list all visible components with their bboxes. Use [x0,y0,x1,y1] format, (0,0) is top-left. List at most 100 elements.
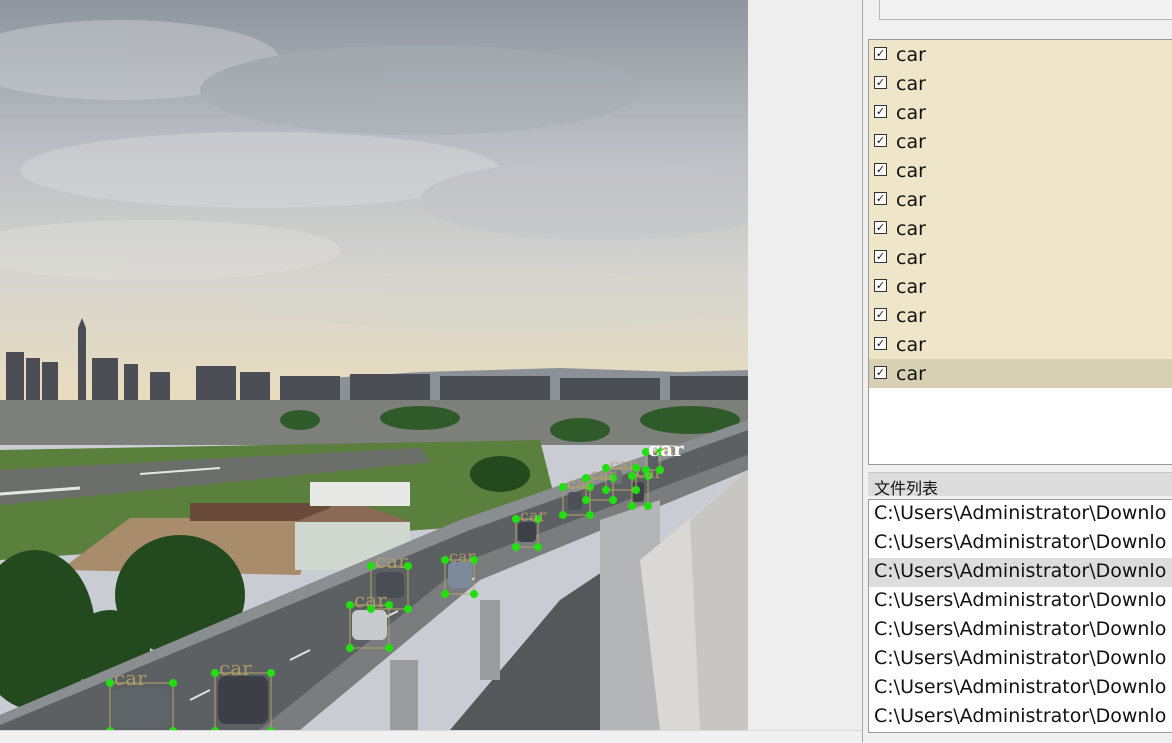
label-list-item[interactable]: ✓ car [869,330,1172,359]
box-vertex-handle[interactable] [367,605,375,613]
city-band [0,400,748,445]
label-item-text: car [896,334,926,356]
photo-scene: carcarcarcarcarcarcarcarcarcarcarcar [0,0,748,730]
box-vertex-handle[interactable] [404,605,412,613]
dock-splitter[interactable] [862,0,863,742]
label-item-text: car [896,44,926,66]
box-vertex-handle[interactable] [628,472,636,480]
status-bar [0,730,862,743]
box-vertex-handle[interactable] [559,511,567,519]
image-canvas[interactable]: carcarcarcarcarcarcarcarcarcarcarcar [0,0,748,730]
file-path-text: C:\Users\Administrator\Downlo [874,618,1167,640]
label-list-item[interactable]: ✓ car [869,214,1172,243]
label-checkbox[interactable]: ✓ [874,366,887,379]
box-vertex-handle[interactable] [512,515,520,523]
file-path-text: C:\Users\Administrator\Downlo [874,705,1167,727]
box-vertex-handle[interactable] [534,543,542,551]
label-checkbox[interactable]: ✓ [874,47,887,60]
label-list-item[interactable]: ✓ car [869,98,1172,127]
label-list-item[interactable]: ✓ car [869,127,1172,156]
label-checkbox[interactable]: ✓ [874,105,887,118]
label-list-item[interactable]: ✓ car [869,301,1172,330]
box-vertex-handle[interactable] [559,483,567,491]
label-item-text: car [896,189,926,211]
box-vertex-handle[interactable] [609,496,617,504]
label-checkbox[interactable]: ✓ [874,192,887,205]
label-list-item[interactable]: ✓ car [869,272,1172,301]
canvas-margin [748,0,862,730]
label-item-text: car [896,160,926,182]
label-item-text: car [896,276,926,298]
box-vertex-handle[interactable] [346,644,354,652]
label-item-text: car [896,247,926,269]
label-item-text: car [896,363,926,385]
box-vertex-handle[interactable] [346,601,354,609]
label-item-text: car [896,131,926,153]
file-path-text: C:\Users\Administrator\Downlo [874,676,1167,698]
box-vertex-handle[interactable] [470,590,478,598]
label-list-item[interactable]: ✓ car [869,156,1172,185]
label-checkbox[interactable]: ✓ [874,337,887,350]
annotation-label: car [114,666,147,690]
box-vertex-handle[interactable] [267,669,275,677]
label-list-item[interactable]: ✓ car [869,185,1172,214]
label-item-text: car [896,305,926,327]
file-list-item[interactable]: C:\Users\Administrator\Downlo [869,587,1172,616]
label-checkbox[interactable]: ✓ [874,134,887,147]
annotation-label: car [610,455,637,474]
file-list-title: 文件列表 [874,479,939,498]
label-item-text: car [896,73,926,95]
box-vertex-handle[interactable] [106,679,114,687]
file-list[interactable]: C:\Users\Administrator\Downlo C:\Users\Ad… [868,499,1172,733]
box-vertex-handle[interactable] [169,679,177,687]
edit-field[interactable] [879,0,1172,20]
label-list-item[interactable]: ✓ car [869,359,1172,388]
label-checkbox[interactable]: ✓ [874,163,887,176]
box-vertex-handle[interactable] [441,556,449,564]
box-vertex-handle[interactable] [602,486,610,494]
annotation-label: car [520,506,547,525]
box-vertex-handle[interactable] [602,464,610,472]
annotation-label: car [449,547,476,566]
file-list-item[interactable]: C:\Users\Administrator\Downlo [869,529,1172,558]
box-vertex-handle[interactable] [642,466,650,474]
box-vertex-handle[interactable] [644,502,652,510]
file-list-item[interactable]: C:\Users\Administrator\Downlo [869,558,1172,587]
label-checkbox[interactable]: ✓ [874,279,887,292]
box-vertex-handle[interactable] [628,502,636,510]
file-list-item[interactable]: C:\Users\Administrator\Downlo [869,616,1172,645]
file-list-dock-title: 文件列表 [868,472,1172,498]
annotation-label: car [375,549,408,573]
file-list-item[interactable]: C:\Users\Administrator\Downlo [869,500,1172,529]
label-item-text: car [896,218,926,240]
label-list-item[interactable]: ✓ car [869,40,1172,69]
box-vertex-handle[interactable] [512,543,520,551]
box-vertex-handle[interactable] [656,466,664,474]
file-path-text: C:\Users\Administrator\Downlo [874,589,1167,611]
label-list-item[interactable]: ✓ car [869,243,1172,272]
box-vertex-handle[interactable] [582,496,590,504]
box-vertex-handle[interactable] [586,511,594,519]
label-checkbox[interactable]: ✓ [874,308,887,321]
file-list-item[interactable]: C:\Users\Administrator\Downlo [869,645,1172,674]
box-vertex-handle[interactable] [632,486,640,494]
highlighted-annotation-label: car [648,437,684,461]
file-path-text: C:\Users\Administrator\Downlo [874,647,1167,669]
box-vertex-handle[interactable] [441,590,449,598]
label-list-item[interactable]: ✓ car [869,69,1172,98]
box-vertex-handle[interactable] [367,562,375,570]
label-checkbox[interactable]: ✓ [874,250,887,263]
label-list[interactable]: ✓ car ✓ car ✓ car ✓ car ✓ car ✓ car ✓ car ✓ car ✓ car ✓ car… [868,39,1172,465]
label-item-text: car [896,102,926,124]
annotation-label: car [219,656,252,680]
label-checkbox[interactable]: ✓ [874,76,887,89]
box-vertex-handle[interactable] [211,669,219,677]
file-list-item[interactable]: C:\Users\Administrator\Downlo [869,703,1172,732]
box-vertex-handle[interactable] [582,474,590,482]
box-vertex-handle[interactable] [385,644,393,652]
file-path-text: C:\Users\Administrator\Downlo [874,560,1167,582]
file-path-text: C:\Users\Administrator\Downlo [874,502,1167,524]
file-path-text: C:\Users\Administrator\Downlo [874,531,1167,553]
label-checkbox[interactable]: ✓ [874,221,887,234]
file-list-item[interactable]: C:\Users\Administrator\Downlo [869,674,1172,703]
